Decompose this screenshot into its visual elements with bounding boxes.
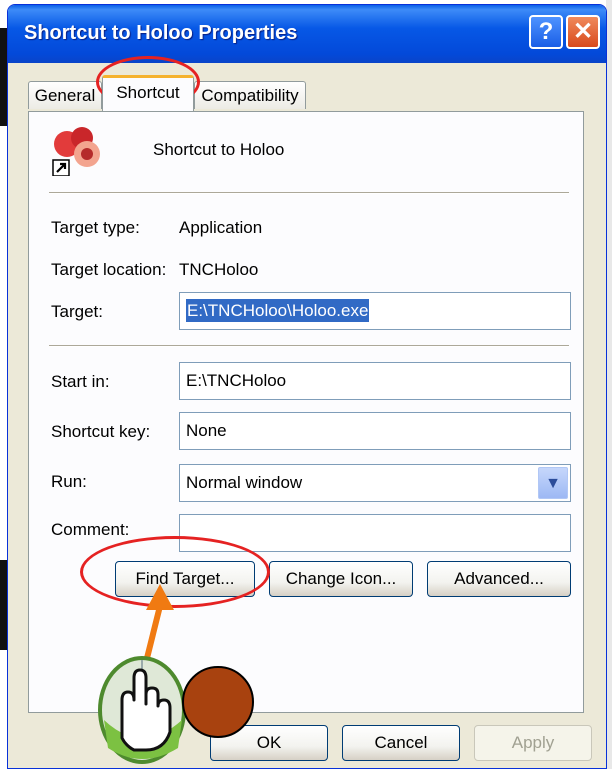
shortcut-key-input[interactable]: None <box>179 412 571 450</box>
window-title: Shortcut to Holoo Properties <box>24 22 298 44</box>
target-value: E:\TNCHoloo\Holoo.exe <box>186 299 370 322</box>
comment-label: Comment: <box>51 520 130 539</box>
tab-compatibility[interactable]: Compatibility <box>194 81 306 109</box>
find-target-highlight-ring <box>80 536 270 608</box>
shortcut-panel: Shortcut to Holoo Target type: Applicati… <box>28 111 584 713</box>
peach-holoo-icon <box>52 127 100 176</box>
target-type-value: Application <box>179 218 263 237</box>
target-location-label: Target location: <box>51 260 167 279</box>
cursor-marker-dot <box>182 666 254 738</box>
target-input[interactable]: E:\TNCHoloo\Holoo.exe <box>179 292 571 330</box>
separator <box>49 345 569 347</box>
close-button[interactable]: ✕ <box>566 15 600 49</box>
shortcut-name: Shortcut to Holoo <box>153 140 285 159</box>
mouse-pointer-hand-icon <box>98 656 186 764</box>
start-in-label: Start in: <box>51 372 110 391</box>
run-value: Normal window <box>186 473 303 492</box>
tab-shortcut[interactable]: Shortcut <box>102 75 194 111</box>
shortcut-key-label: Shortcut key: <box>51 422 151 441</box>
help-button[interactable]: ? <box>529 15 563 49</box>
target-type-label: Target type: <box>51 218 140 237</box>
cancel-button[interactable]: Cancel <box>342 725 460 761</box>
separator <box>49 192 569 194</box>
change-icon-button[interactable]: Change Icon... <box>269 561 413 597</box>
run-label: Run: <box>51 472 87 491</box>
apply-button[interactable]: Apply <box>474 725 592 761</box>
target-location-value: TNCHoloo <box>179 260 259 279</box>
tab-general[interactable]: General <box>28 81 102 109</box>
advanced-button[interactable]: Advanced... <box>427 561 571 597</box>
run-select[interactable]: Normal window ▼ <box>179 464 571 502</box>
chevron-down-icon[interactable]: ▼ <box>538 467 568 499</box>
title-bar[interactable]: Shortcut to Holoo Properties ? ✕ <box>8 5 606 63</box>
start-in-input[interactable]: E:\TNCHoloo <box>179 362 571 400</box>
target-label: Target: <box>51 302 103 321</box>
